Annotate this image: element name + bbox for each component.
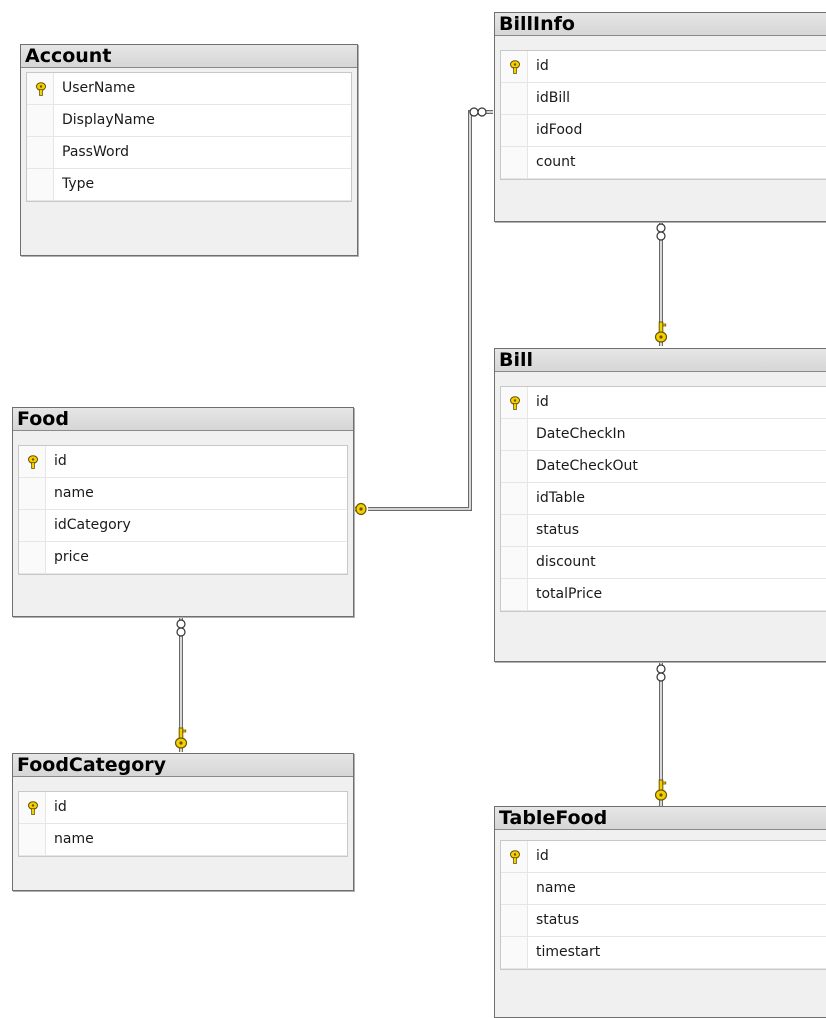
column-name: idFood: [536, 122, 583, 138]
infinity-icon: [176, 619, 186, 637]
column-list: id name: [18, 791, 348, 857]
column-row[interactable]: UserName: [27, 73, 351, 105]
rel-bill-tablefood[interactable]: [654, 662, 668, 806]
column-name: idTable: [536, 490, 585, 506]
column-row[interactable]: id: [19, 446, 347, 478]
column-name: idCategory: [54, 517, 131, 533]
key-icon: [174, 727, 188, 749]
key-icon: [654, 321, 668, 343]
column-row[interactable]: id: [501, 51, 826, 83]
column-row[interactable]: discount: [501, 547, 826, 579]
column-row[interactable]: id: [501, 841, 826, 873]
column-name: id: [536, 394, 549, 410]
column-row[interactable]: PassWord: [27, 137, 351, 169]
column-row[interactable]: Type: [27, 169, 351, 201]
primary-key-icon: [510, 850, 520, 864]
column-name: discount: [536, 554, 596, 570]
table-bill[interactable]: Bill id DateCheckIn DateCheckOut idTable…: [494, 348, 826, 662]
column-row[interactable]: idBill: [501, 83, 826, 115]
column-row[interactable]: price: [19, 542, 347, 574]
primary-key-icon: [36, 82, 46, 96]
table-food[interactable]: Food id name idCategory price: [12, 407, 354, 617]
column-name: count: [536, 154, 576, 170]
column-list: id name idCategory price: [18, 445, 348, 575]
table-title: BillInfo: [495, 13, 826, 36]
column-row[interactable]: name: [501, 873, 826, 905]
infinity-icon: [656, 664, 666, 682]
primary-key-icon: [28, 455, 38, 469]
table-foodcategory[interactable]: FoodCategory id name: [12, 753, 354, 891]
primary-key-icon: [510, 396, 520, 410]
column-name: totalPrice: [536, 586, 603, 602]
table-title: TableFood: [495, 807, 826, 830]
column-row[interactable]: name: [19, 824, 347, 856]
column-row[interactable]: count: [501, 147, 826, 179]
column-row[interactable]: idCategory: [19, 510, 347, 542]
column-name: Type: [62, 176, 95, 192]
infinity-icon: [656, 223, 666, 241]
column-row[interactable]: totalPrice: [501, 579, 826, 611]
table-title: Account: [21, 45, 357, 68]
column-name: id: [536, 58, 549, 74]
column-list: id DateCheckIn DateCheckOut idTable stat…: [500, 386, 826, 612]
table-title: Bill: [495, 349, 826, 372]
column-row[interactable]: DateCheckIn: [501, 419, 826, 451]
column-row[interactable]: idTable: [501, 483, 826, 515]
column-name: UserName: [62, 80, 136, 96]
column-name: DateCheckOut: [536, 458, 638, 474]
column-name: timestart: [536, 944, 601, 960]
column-name: PassWord: [62, 144, 129, 160]
column-row[interactable]: status: [501, 515, 826, 547]
rel-food-foodcategory[interactable]: [174, 618, 188, 752]
rel-billinfo-bill[interactable]: [654, 222, 668, 346]
primary-key-icon: [510, 60, 520, 74]
column-list: id idBill idFood count: [500, 50, 826, 180]
column-row[interactable]: idFood: [501, 115, 826, 147]
table-account[interactable]: Account UserName DisplayName PassWord Ty…: [20, 44, 358, 256]
column-name: status: [536, 522, 580, 538]
column-list: id name status timestart: [500, 840, 826, 970]
table-billinfo[interactable]: BillInfo id idBill idFood count: [494, 12, 826, 222]
column-row[interactable]: status: [501, 905, 826, 937]
column-row[interactable]: id: [501, 387, 826, 419]
table-tablefood[interactable]: TableFood id name status timestart: [494, 806, 826, 1018]
table-title: Food: [13, 408, 353, 431]
column-name: DisplayName: [62, 112, 155, 128]
column-name: id: [54, 453, 67, 469]
column-row[interactable]: id: [19, 792, 347, 824]
column-name: id: [536, 848, 549, 864]
column-row[interactable]: timestart: [501, 937, 826, 969]
column-name: name: [536, 880, 576, 896]
infinity-icon: [469, 107, 487, 117]
rel-billinfo-food[interactable]: [345, 107, 493, 516]
column-list: UserName DisplayName PassWord Type: [26, 72, 352, 202]
column-name: DateCheckIn: [536, 426, 626, 442]
column-name: name: [54, 831, 94, 847]
column-name: id: [54, 799, 67, 815]
column-name: price: [54, 549, 89, 565]
column-name: status: [536, 912, 580, 928]
column-name: idBill: [536, 90, 571, 106]
column-row[interactable]: DisplayName: [27, 105, 351, 137]
table-title: FoodCategory: [13, 754, 353, 777]
column-name: name: [54, 485, 94, 501]
column-row[interactable]: DateCheckOut: [501, 451, 826, 483]
primary-key-icon: [28, 801, 38, 815]
diagram-canvas: Account UserName DisplayName PassWord Ty…: [0, 0, 826, 1018]
column-row[interactable]: name: [19, 478, 347, 510]
key-icon: [654, 779, 668, 801]
